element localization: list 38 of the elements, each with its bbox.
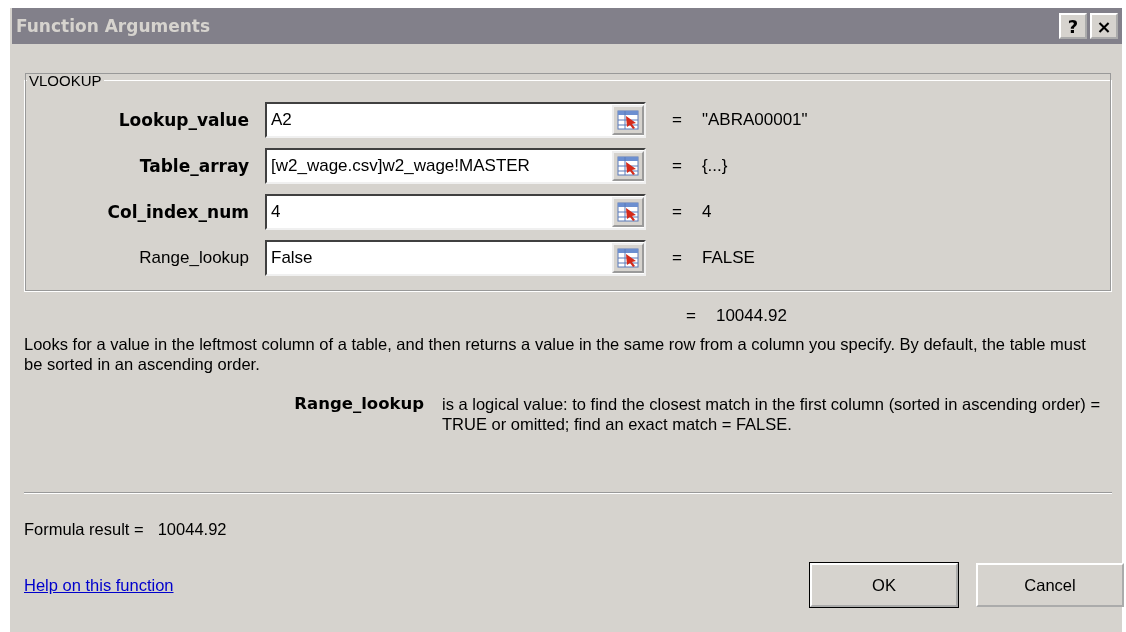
close-button[interactable]: × [1090,13,1118,39]
equals-sign: = [672,248,682,268]
cancel-button[interactable]: Cancel [976,563,1124,607]
collapse-dialog-button[interactable] [612,151,644,181]
help-link[interactable]: Help on this function [24,575,792,595]
cell-reference-icon [617,248,639,268]
argument-label: Table_array [139,156,249,176]
argument-result: FALSE [701,248,755,268]
argument-description: is a logical value: to find the closest match in the first column (sorted in ascending order) = TRUE or omitted; find an exact match = FALSE. [442,394,1102,434]
argument-field[interactable]: 4 [265,194,646,230]
argument-name: Range_lookup [294,394,424,415]
argument-field[interactable]: A2 [265,102,646,138]
equals-sign: = [672,202,682,222]
collapse-dialog-button[interactable] [612,105,644,135]
formula-result-label: Formula result = [24,520,144,539]
cell-reference-icon [617,156,639,176]
argument-field[interactable]: [w2_wage.csv]w2_wage!MASTER [265,148,646,184]
function-description: Looks for a value in the leftmost column of a table, and then returns a value in the same row from a column you specify. By default, the table must be sorted in an ascending order. [24,334,1087,374]
equals-sign: = [672,110,682,130]
argument-field[interactable]: False [265,240,646,276]
collapse-dialog-button[interactable] [612,197,644,227]
argument-label: Lookup_value [118,110,249,130]
argument-result: "ABRA00001" [701,110,808,130]
cell-reference-icon [617,202,639,222]
argument-result: {...} [701,156,728,176]
formula-result-value: 10044.92 [157,520,227,539]
function-result: 10044.92 [715,306,787,326]
argument-result: 4 [701,202,712,222]
help-button[interactable]: ? [1059,13,1087,39]
group-title: VLOOKUP [28,72,103,89]
ok-button[interactable]: OK [810,563,958,607]
equals-sign: = [672,156,682,176]
argument-label: Range_lookup [139,248,249,268]
window-title: Function Arguments [16,16,212,36]
equals-sign: = [686,306,696,326]
cell-reference-icon [617,110,639,130]
argument-label: Col_index_num [107,202,249,222]
collapse-dialog-button[interactable] [612,243,644,273]
